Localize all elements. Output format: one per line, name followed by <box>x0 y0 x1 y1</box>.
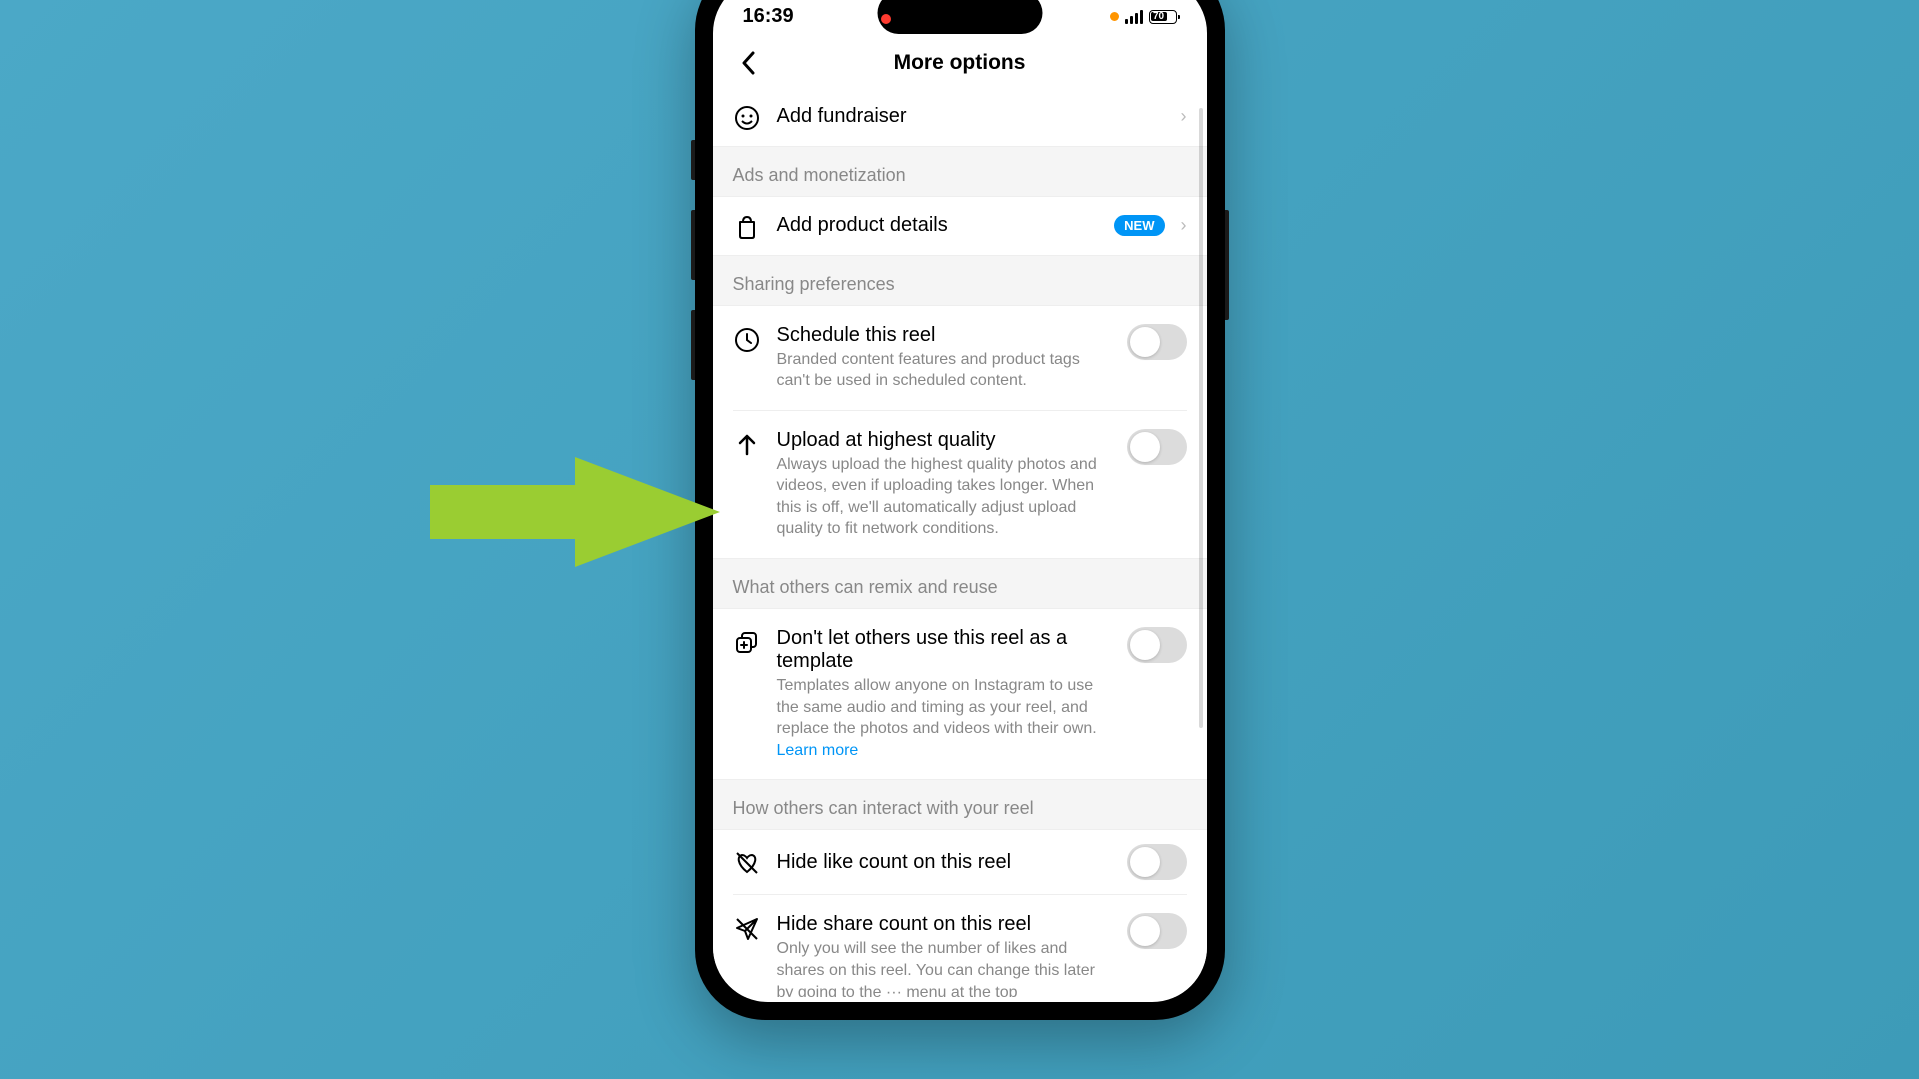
row-add-fundraiser[interactable]: Add fundraiser › <box>713 88 1207 146</box>
upload-title: Upload at highest quality <box>777 429 1111 452</box>
section-header-interact: How others can interact with your reel <box>713 780 1207 829</box>
hide-shares-title: Hide share count on this reel <box>777 913 1111 936</box>
annotation-arrow <box>430 457 720 572</box>
shopping-bag-icon <box>733 213 761 241</box>
chevron-left-icon <box>741 51 755 75</box>
privacy-indicator-icon <box>1110 12 1119 21</box>
phone-frame: 16:39 70 More options <box>695 0 1225 1020</box>
template-title: Don't let others use this reel as a temp… <box>777 627 1111 673</box>
schedule-toggle[interactable] <box>1127 324 1187 360</box>
page-title: More options <box>894 51 1026 75</box>
schedule-desc: Branded content features and product tag… <box>777 349 1111 392</box>
chevron-right-icon: › <box>1181 215 1187 236</box>
status-time: 16:39 <box>743 5 794 27</box>
scrollbar[interactable] <box>1199 108 1203 728</box>
heart-off-icon <box>733 849 761 877</box>
fundraiser-icon <box>733 104 761 132</box>
schedule-title: Schedule this reel <box>777 324 1111 347</box>
recording-indicator <box>881 14 891 24</box>
learn-more-link[interactable]: Learn more <box>777 742 859 759</box>
hide-likes-toggle[interactable] <box>1127 844 1187 880</box>
section-header-ads: Ads and monetization <box>713 147 1207 196</box>
template-icon <box>733 629 761 657</box>
phone-screen: 16:39 70 More options <box>713 0 1207 1002</box>
hide-likes-title: Hide like count on this reel <box>777 851 1111 874</box>
share-off-icon <box>733 915 761 943</box>
section-header-remix: What others can remix and reuse <box>713 559 1207 608</box>
battery-icon: 70 <box>1149 10 1177 24</box>
clock-icon <box>733 326 761 354</box>
new-badge: NEW <box>1114 215 1164 236</box>
row-product-details[interactable]: Add product details NEW › <box>713 197 1207 255</box>
upload-arrow-icon <box>733 431 761 459</box>
hide-shares-desc: Only you will see the number of likes an… <box>777 938 1111 996</box>
back-button[interactable] <box>733 48 763 78</box>
product-details-label: Add product details <box>777 214 1099 237</box>
content-scroll[interactable]: Add fundraiser › Ads and monetization Ad… <box>713 88 1207 997</box>
fundraiser-label: Add fundraiser <box>777 105 1165 128</box>
row-schedule-reel: Schedule this reel Branded content featu… <box>713 306 1207 410</box>
signal-icon <box>1125 10 1143 24</box>
row-hide-shares: Hide share count on this reel Only you w… <box>713 895 1207 996</box>
dynamic-island <box>877 0 1042 34</box>
row-template: Don't let others use this reel as a temp… <box>713 609 1207 779</box>
row-upload-quality: Upload at highest quality Always upload … <box>713 411 1207 558</box>
template-desc: Templates allow anyone on Instagram to u… <box>777 675 1111 761</box>
template-toggle[interactable] <box>1127 627 1187 663</box>
upload-desc: Always upload the highest quality photos… <box>777 454 1111 540</box>
upload-toggle[interactable] <box>1127 429 1187 465</box>
chevron-right-icon: › <box>1181 106 1187 127</box>
hide-shares-toggle[interactable] <box>1127 913 1187 949</box>
row-hide-likes: Hide like count on this reel <box>713 830 1207 894</box>
nav-header: More options <box>713 38 1207 88</box>
section-header-sharing: Sharing preferences <box>713 256 1207 305</box>
